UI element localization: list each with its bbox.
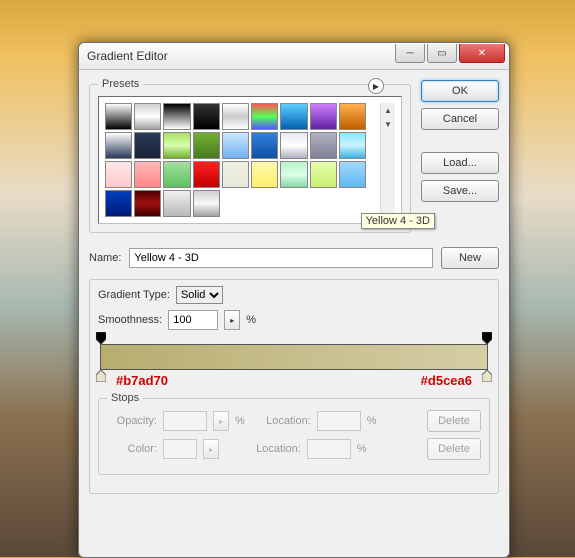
titlebar[interactable]: Gradient Editor ─ ▭ ✕ (79, 43, 509, 70)
preset-swatch[interactable] (105, 190, 132, 217)
window-controls: ─ ▭ ✕ (395, 44, 505, 63)
presets-legend: Presets (98, 78, 143, 90)
smoothness-percent: % (246, 314, 256, 326)
preset-swatch[interactable] (163, 190, 190, 217)
gradient-fieldset: Gradient Type: Solid Smoothness: ▸ % (89, 279, 499, 494)
color-location-label: Location: (241, 443, 301, 455)
opacity-input (163, 411, 207, 431)
load-button[interactable]: Load... (421, 152, 499, 174)
color-location-input (307, 439, 351, 459)
color-delete-button: Delete (427, 438, 481, 460)
ok-button[interactable]: OK (421, 80, 499, 102)
preset-swatches (105, 103, 366, 217)
smoothness-arrow-icon[interactable]: ▸ (224, 310, 240, 330)
preset-swatch[interactable] (310, 161, 337, 188)
preset-swatch[interactable] (134, 190, 161, 217)
preset-swatch[interactable] (105, 161, 132, 188)
opacity-percent: % (235, 415, 245, 427)
preset-swatch[interactable] (193, 103, 220, 130)
preset-swatch[interactable] (310, 132, 337, 159)
stops-legend: Stops (107, 392, 143, 404)
opacity-arrow-icon: ▸ (213, 411, 229, 431)
smoothness-label: Smoothness: (98, 314, 162, 326)
preset-swatch[interactable] (134, 132, 161, 159)
opacity-location-percent: % (367, 415, 377, 427)
color-label: Color: (107, 443, 157, 455)
opacity-stop-right[interactable] (482, 332, 492, 344)
preset-swatch[interactable] (280, 103, 307, 130)
presets-menu-icon[interactable]: ▶ (368, 78, 384, 94)
save-button[interactable]: Save... (421, 180, 499, 202)
opacity-stop-left[interactable] (96, 332, 106, 344)
preset-swatch[interactable] (222, 161, 249, 188)
opacity-delete-button: Delete (427, 410, 481, 432)
gradient-type-label: Gradient Type: (98, 289, 170, 301)
opacity-label: Opacity: (107, 415, 157, 427)
preset-swatch[interactable] (339, 161, 366, 188)
preset-swatch[interactable] (280, 161, 307, 188)
preset-swatch[interactable] (105, 132, 132, 159)
scroll-down-icon[interactable]: ▼ (381, 117, 395, 131)
minimize-button[interactable]: ─ (395, 44, 425, 63)
opacity-location-label: Location: (251, 415, 311, 427)
presets-fieldset: Presets ▶ ▲ ▼ Yellow 4 - 3D (89, 78, 411, 233)
preset-swatch[interactable] (251, 161, 278, 188)
dialog-content: Presets ▶ ▲ ▼ Yellow 4 - 3D OK (79, 70, 509, 512)
preset-swatch[interactable] (163, 161, 190, 188)
new-button[interactable]: New (441, 247, 499, 269)
scroll-up-icon[interactable]: ▲ (381, 103, 395, 117)
preset-swatch[interactable] (222, 103, 249, 130)
color-stop-left[interactable] (96, 370, 106, 382)
hex-right-label: #d5cea6 (421, 373, 472, 388)
preset-swatch[interactable] (134, 161, 161, 188)
preset-swatch[interactable] (280, 132, 307, 159)
close-button[interactable]: ✕ (459, 44, 505, 63)
preset-swatch[interactable] (251, 132, 278, 159)
opacity-location-input (317, 411, 361, 431)
preset-swatch[interactable] (193, 161, 220, 188)
preset-swatch[interactable] (105, 103, 132, 130)
color-arrow-icon: ▸ (203, 439, 219, 459)
gradient-editor-window: Gradient Editor ─ ▭ ✕ Presets ▶ ▲ ▼ (78, 42, 510, 558)
preset-swatch[interactable] (251, 103, 278, 130)
preset-tooltip: Yellow 4 - 3D (361, 213, 435, 229)
name-label: Name: (89, 252, 121, 264)
cancel-button[interactable]: Cancel (421, 108, 499, 130)
color-location-percent: % (357, 443, 367, 455)
maximize-button[interactable]: ▭ (427, 44, 457, 63)
preset-swatch[interactable] (339, 132, 366, 159)
gradient-type-select[interactable]: Solid (176, 286, 223, 304)
gradient-bar[interactable] (100, 344, 488, 370)
color-well (163, 439, 197, 459)
preset-swatch[interactable] (193, 132, 220, 159)
hex-left-label: #b7ad70 (116, 373, 168, 388)
stops-fieldset: Stops Opacity: ▸ % Location: % Delete Co… (98, 392, 490, 475)
preset-swatch[interactable] (310, 103, 337, 130)
preset-swatch[interactable] (193, 190, 220, 217)
preset-swatch[interactable] (339, 103, 366, 130)
presets-box: ▲ ▼ Yellow 4 - 3D (98, 96, 402, 224)
window-title: Gradient Editor (87, 49, 395, 63)
preset-swatch[interactable] (222, 132, 249, 159)
preset-swatch[interactable] (134, 103, 161, 130)
smoothness-input[interactable] (168, 310, 218, 330)
name-row: Name: New (89, 247, 499, 269)
preset-swatch[interactable] (163, 132, 190, 159)
preset-swatch[interactable] (163, 103, 190, 130)
presets-scrollbar[interactable]: ▲ ▼ (380, 103, 395, 217)
color-stop-right[interactable] (482, 370, 492, 382)
name-input[interactable] (129, 248, 433, 268)
gradient-preview: #b7ad70 #d5cea6 (100, 344, 488, 370)
